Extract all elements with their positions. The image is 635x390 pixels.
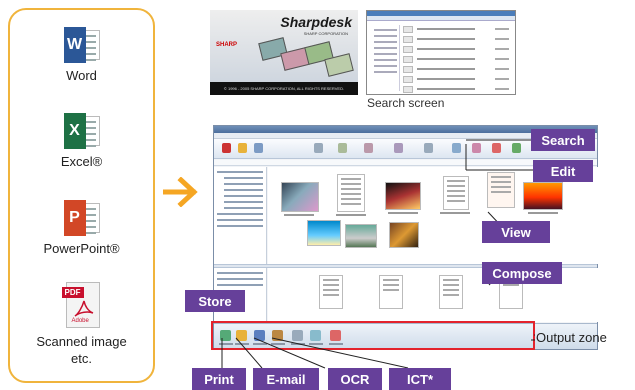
edit-callout: Edit: [533, 160, 593, 182]
view-callout: View: [482, 221, 550, 243]
email-callout: E-mail: [253, 368, 319, 390]
ict-callout: ICT*: [389, 368, 451, 390]
search-callout: Search: [531, 129, 595, 151]
ocr-callout: OCR: [328, 368, 382, 390]
store-callout: Store: [185, 290, 245, 312]
output-zone-label: Output zone: [536, 330, 607, 345]
print-callout: Print: [192, 368, 246, 390]
compose-callout: Compose: [482, 262, 562, 284]
